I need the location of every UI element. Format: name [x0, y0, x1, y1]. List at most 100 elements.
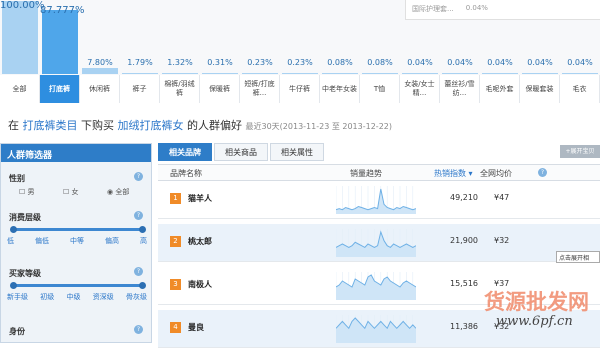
category-bar[interactable]	[282, 73, 318, 74]
trend-area	[336, 189, 416, 214]
col-brand-name: 品牌名称	[170, 169, 202, 178]
category-percent: 0.08%	[327, 58, 353, 67]
slider-handle-right[interactable]	[139, 226, 146, 233]
expand-items-button[interactable]: +展开宝贝	[560, 145, 600, 158]
category-percent: 0.04%	[567, 58, 593, 67]
category-tab[interactable]: 裤子	[120, 75, 160, 103]
brand-name[interactable]: 南极人	[188, 279, 212, 290]
category-tab[interactable]: 牛仔裤	[280, 75, 320, 103]
sales-trend-sparkline	[336, 272, 416, 300]
category-tab[interactable]: 保暖裤	[200, 75, 240, 103]
brand-name[interactable]: 桃太郎	[188, 236, 212, 247]
consumption-level-label: 消费层级	[9, 213, 41, 222]
buyer-level-label: 买家等级	[9, 269, 41, 278]
slider-handle-left[interactable]	[10, 226, 17, 233]
help-icon[interactable]: ?	[134, 325, 143, 334]
category-tab[interactable]: 毛呢外套	[480, 75, 520, 103]
brand-name[interactable]: 猫羊人	[188, 193, 212, 204]
category-bar[interactable]	[362, 73, 398, 74]
category-percent: 100.00%	[0, 0, 45, 11]
trend-area	[336, 275, 416, 300]
tab-related-brands[interactable]: 相关品牌	[158, 143, 212, 161]
category-tab[interactable]: 棉裤/羽绒裤	[160, 75, 200, 103]
category-bar[interactable]	[2, 1, 38, 74]
category-bar[interactable]	[42, 9, 78, 74]
hot-index-value: 21,900	[450, 236, 478, 245]
tab-related-attributes[interactable]: 相关属性	[270, 143, 324, 161]
category-bar[interactable]	[242, 73, 278, 74]
table-row[interactable]: 2 桃太郎 21,900 ¥32	[158, 224, 600, 262]
hot-index-value: 49,210	[450, 193, 478, 202]
category-tab[interactable]: 休闲裤	[80, 75, 120, 103]
category-bar[interactable]	[122, 72, 158, 74]
trend-line	[336, 230, 416, 249]
category-tab[interactable]: 全部	[0, 75, 40, 103]
category-tab[interactable]: 中老年女装	[320, 75, 360, 103]
help-icon[interactable]: ?	[134, 172, 143, 181]
hot-index-value: 11,386	[450, 322, 478, 331]
gender-all-option[interactable]: ◉ 全部	[107, 187, 129, 197]
tab-related-products[interactable]: 相关商品	[214, 143, 268, 161]
category-tab[interactable]: 蕾丝衫/雪纺...	[440, 75, 480, 103]
category-bar[interactable]	[562, 73, 598, 74]
help-icon[interactable]: ?	[538, 167, 547, 177]
tick-label: 骨灰级	[126, 293, 147, 301]
category-bar[interactable]	[402, 73, 438, 74]
category-bar[interactable]	[482, 73, 518, 74]
category-percent: 1.79%	[127, 58, 153, 67]
hot-index-value: 15,516	[450, 279, 478, 288]
category-bar[interactable]	[522, 73, 558, 74]
brand-name[interactable]: 曼良	[188, 322, 204, 333]
category-bar[interactable]	[442, 73, 478, 74]
table-row[interactable]: 1 猫羊人 49,210 ¥47	[158, 181, 600, 219]
panel-title: 人群筛选器	[1, 144, 151, 162]
slider-handle-left[interactable]	[10, 282, 17, 289]
tick-label: 初级	[40, 293, 55, 301]
buyer-level-slider[interactable]	[10, 282, 146, 289]
tab-bar: 相关品牌 相关商品 相关属性	[158, 143, 324, 161]
category-percent: 7.80%	[87, 58, 113, 67]
category-bar[interactable]	[162, 73, 198, 74]
category-percent: 87.777%	[40, 5, 85, 16]
rank-badge: 3	[170, 279, 181, 290]
category-tab[interactable]: 女装/女士精...	[400, 75, 440, 103]
category-link[interactable]: 打底裤类目	[23, 119, 78, 132]
help-icon[interactable]: ?	[134, 267, 143, 276]
help-icon[interactable]: ?	[134, 211, 143, 220]
category-tab[interactable]: 打底裤	[40, 75, 80, 103]
tick-label: 新手级	[7, 293, 28, 301]
tick-label: 中等	[70, 237, 84, 245]
category-percent: 0.31%	[207, 58, 233, 67]
category-percent: 0.04%	[407, 58, 433, 67]
gender-female-option[interactable]: ☐ 女	[63, 187, 79, 197]
category-tab[interactable]: 保暖套装	[520, 75, 560, 103]
category-bar[interactable]	[322, 73, 358, 74]
option-label: 全部	[115, 188, 130, 196]
headline-text: 的人群偏好	[187, 119, 242, 132]
category-bar[interactable]	[82, 68, 118, 74]
tick-label: 高	[140, 237, 147, 245]
category-tab[interactable]: T恤	[360, 75, 400, 103]
avg-price-value: ¥47	[494, 193, 510, 202]
buyer-level-ticks: 新手级 初级 中级 资深级 骨灰级	[7, 292, 147, 302]
option-label: 女	[71, 188, 79, 196]
sales-trend-sparkline	[336, 229, 416, 257]
popup-row-value: 0.04%	[465, 4, 488, 12]
category-tab[interactable]: 短裤/打底裤...	[240, 75, 280, 103]
consumption-slider[interactable]	[10, 226, 146, 233]
page-title: 在 打底裤类目 下购买 加绒打底裤女 的人群偏好 最近30天(2013-11-2…	[8, 117, 392, 133]
headline-text: 在	[8, 119, 19, 132]
rank-badge: 4	[170, 322, 181, 333]
product-link[interactable]: 加绒打底裤女	[118, 119, 184, 132]
rank-badge: 1	[170, 193, 181, 204]
category-percent: 0.23%	[287, 58, 313, 67]
category-percent: 0.04%	[447, 58, 473, 67]
table-header: 品牌名称 销量趋势 热销指数 ▾ 全网均价 ?	[158, 164, 600, 181]
slider-handle-right[interactable]	[139, 282, 146, 289]
category-bar[interactable]	[202, 73, 238, 74]
col-avg-price: 全网均价	[480, 169, 512, 178]
col-hot-index[interactable]: 热销指数 ▾	[434, 168, 473, 179]
category-tab[interactable]: 毛衣	[560, 75, 600, 103]
gender-male-option[interactable]: ☐ 男	[19, 187, 35, 197]
category-percent: 1.32%	[167, 58, 193, 67]
